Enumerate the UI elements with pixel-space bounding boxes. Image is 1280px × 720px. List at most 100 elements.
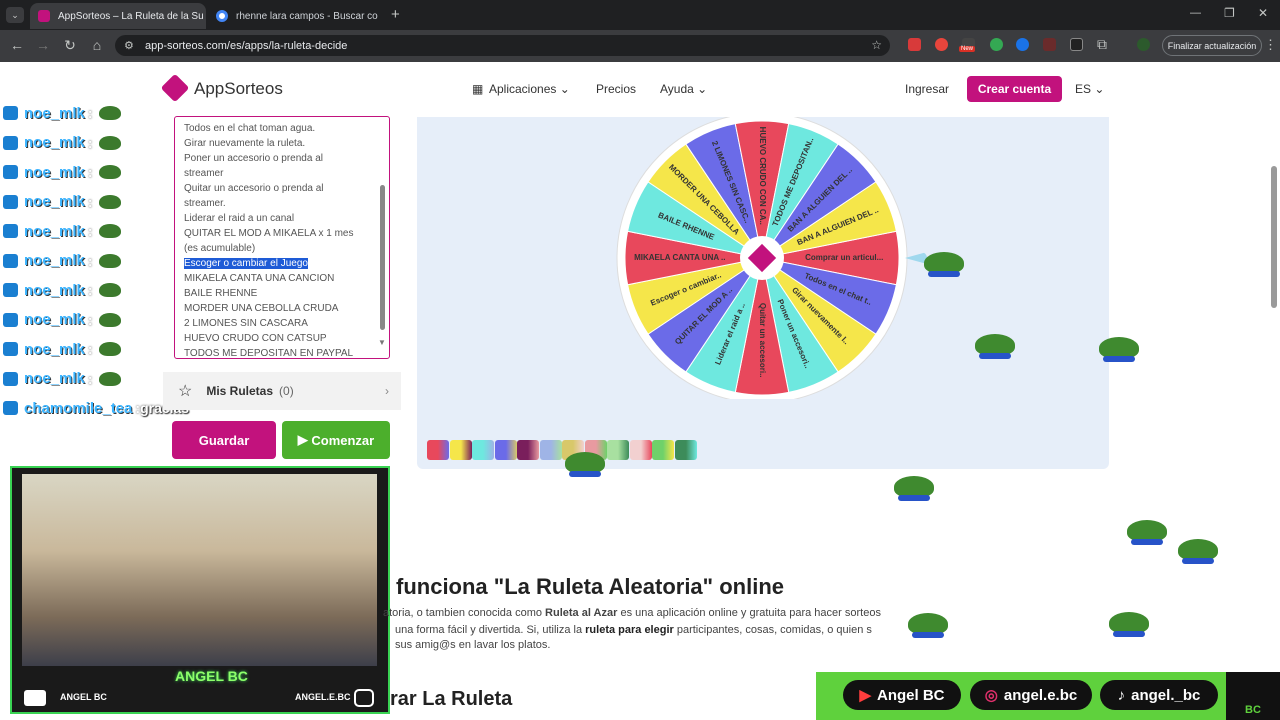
color-theme-swatch[interactable] bbox=[607, 440, 629, 460]
play-icon: ▶ bbox=[297, 432, 312, 447]
tab-search-button[interactable]: ⌄ bbox=[6, 7, 24, 23]
frog-emote bbox=[894, 476, 934, 501]
browser-menu-icon[interactable]: ⋮ bbox=[1264, 37, 1277, 53]
bookmark-star-icon[interactable]: ☆ bbox=[871, 38, 882, 52]
back-icon[interactable]: ← bbox=[8, 37, 26, 53]
frog-emote-icon bbox=[98, 165, 121, 179]
chat-badge-icon bbox=[3, 342, 18, 356]
chat-badge-icon bbox=[3, 194, 18, 209]
streamer-name: ANGEL BC bbox=[175, 668, 248, 684]
menu-aplicaciones[interactable]: Aplicaciones ⌄ bbox=[489, 82, 570, 96]
option-line: BAILE RHENNE bbox=[184, 288, 258, 299]
chat-badge-icon bbox=[3, 106, 18, 120]
minimize-icon[interactable]: — bbox=[1190, 7, 1201, 19]
close-tab-icon[interactable]: ✕ bbox=[378, 10, 385, 23]
new-tab-button[interactable]: + bbox=[391, 6, 400, 23]
language-select[interactable]: ES ⌄ bbox=[1075, 82, 1104, 96]
color-theme-swatch[interactable] bbox=[629, 440, 652, 460]
site-logo-text[interactable]: AppSorteos bbox=[194, 79, 283, 99]
restore-window-icon[interactable]: ❐ bbox=[1224, 6, 1235, 20]
article-subheading: rar La Ruleta bbox=[390, 688, 513, 710]
webcam-video bbox=[22, 474, 377, 666]
chat-message: chamomile_tea: gracias bbox=[3, 397, 189, 419]
reload-icon[interactable]: ↻ bbox=[61, 37, 79, 54]
option-line: Todos en el chat toman agua. bbox=[184, 123, 316, 134]
option-line: Girar nuevamente la ruleta. bbox=[184, 138, 306, 149]
article-paragraph-line: atoria, o tambien conocida como Ruleta a… bbox=[383, 607, 881, 619]
mis-ruletas-label: Mis Ruletas bbox=[206, 384, 274, 398]
chat-username: noe_mlk bbox=[24, 340, 85, 358]
extension-icon[interactable] bbox=[1043, 38, 1056, 51]
color-theme-swatch[interactable] bbox=[494, 440, 517, 460]
close-window-icon[interactable]: ✕ bbox=[1258, 6, 1268, 20]
color-theme-swatch[interactable] bbox=[472, 440, 494, 460]
adblock-extension-icon[interactable] bbox=[908, 38, 921, 51]
color-theme-swatch[interactable] bbox=[674, 440, 697, 460]
frog-emote-icon bbox=[98, 371, 121, 386]
forward-icon[interactable]: → bbox=[34, 37, 52, 53]
mis-ruletas-count: (0) bbox=[279, 384, 294, 398]
profile-avatar[interactable] bbox=[1137, 38, 1150, 51]
options-lines: Todos en el chat toman agua. Girar nuevam… bbox=[184, 121, 380, 256]
roulette-wheel[interactable]: Comprar un articul...Todos en el chat t.… bbox=[615, 117, 915, 399]
star-icon: ☆ bbox=[178, 383, 193, 400]
instagram-icon bbox=[354, 689, 374, 707]
color-theme-swatch[interactable] bbox=[539, 440, 562, 460]
close-tab-icon[interactable]: ✕ bbox=[204, 10, 206, 23]
color-theme-swatch[interactable] bbox=[517, 440, 539, 460]
tab-google-search[interactable]: rhenne lara campos - Buscar co ✕ bbox=[208, 3, 384, 29]
start-button[interactable]: ▶ Comenzar bbox=[282, 421, 390, 459]
options-textarea[interactable]: Todos en el chat toman agua. Girar nuevam… bbox=[174, 116, 390, 359]
chat-username: noe_mlk bbox=[24, 281, 85, 299]
site-info-icon[interactable]: ⚙ bbox=[124, 39, 134, 52]
tab-appsorteos[interactable]: AppSorteos – La Ruleta de la Su ✕ bbox=[30, 3, 206, 29]
chat-username: noe_mlk bbox=[24, 311, 85, 328]
chat-message: noe_mlk: bbox=[3, 161, 121, 183]
google-favicon-icon bbox=[216, 10, 228, 22]
tab-title: rhenne lara campos - Buscar co bbox=[236, 10, 378, 22]
update-button[interactable]: Finalizar actualización bbox=[1162, 35, 1262, 56]
extension-icon[interactable] bbox=[1070, 38, 1083, 51]
home-icon[interactable]: ⌂ bbox=[88, 37, 106, 53]
frog-emote-icon bbox=[98, 253, 121, 268]
extensions-puzzle-icon[interactable]: ⧉ bbox=[1097, 36, 1107, 53]
color-theme-swatch[interactable] bbox=[449, 440, 472, 460]
chat-badge-icon bbox=[3, 165, 18, 179]
chat-message: noe_mlk: bbox=[3, 338, 121, 360]
address-bar[interactable]: ⚙ app-sorteos.com/es/apps/la-ruleta-deci… bbox=[115, 35, 890, 56]
tiktok-icon: ♪ bbox=[1117, 686, 1126, 704]
frog-emote-icon bbox=[98, 342, 121, 356]
extension-icon[interactable] bbox=[1016, 38, 1029, 51]
social-instagram: ◎ angel.e.bc bbox=[970, 680, 1092, 710]
textarea-scrollbar[interactable] bbox=[380, 185, 385, 330]
scroll-down-icon[interactable]: ▼ bbox=[378, 338, 386, 347]
color-theme-swatch[interactable] bbox=[652, 440, 674, 460]
chat-badge-icon bbox=[3, 135, 18, 150]
chat-badge-icon bbox=[3, 312, 18, 327]
extension-icon[interactable] bbox=[935, 38, 948, 51]
save-button[interactable]: Guardar bbox=[172, 421, 276, 459]
frog-emote bbox=[1109, 612, 1149, 637]
extension-icon[interactable] bbox=[990, 38, 1003, 51]
chat-username: noe_mlk bbox=[24, 163, 85, 181]
page-scrollbar[interactable] bbox=[1271, 166, 1277, 308]
options-lines-after: MIKAELA CANTA UNA CANCION BAILE RHENNE MOR… bbox=[184, 271, 380, 358]
url-text: app-sorteos.com/es/apps/la-ruleta-decide bbox=[145, 39, 348, 52]
menu-precios[interactable]: Precios bbox=[596, 82, 636, 96]
mis-ruletas-row[interactable]: ☆ Mis Ruletas (0) › bbox=[163, 372, 401, 410]
chat-badge-icon bbox=[3, 371, 18, 386]
chat-badge-icon bbox=[3, 253, 18, 268]
channel-logo: BC bbox=[1226, 672, 1280, 720]
option-line: QUITAR EL MOD A MIKAELA x 1 mes bbox=[184, 228, 354, 239]
option-line: streamer. bbox=[184, 198, 226, 209]
login-link[interactable]: Ingresar bbox=[905, 82, 949, 96]
chat-message: noe_mlk: bbox=[3, 250, 121, 272]
color-theme-swatch[interactable] bbox=[427, 440, 449, 460]
apps-grid-icon[interactable]: ▦ bbox=[472, 82, 483, 96]
signup-button[interactable]: Crear cuenta bbox=[967, 76, 1062, 102]
frog-emote-icon bbox=[98, 224, 121, 238]
frog-emote-icon bbox=[98, 135, 121, 150]
menu-ayuda[interactable]: Ayuda ⌄ bbox=[660, 82, 707, 96]
frog-emote-icon bbox=[98, 283, 121, 297]
chat-message: noe_mlk: bbox=[3, 279, 121, 301]
